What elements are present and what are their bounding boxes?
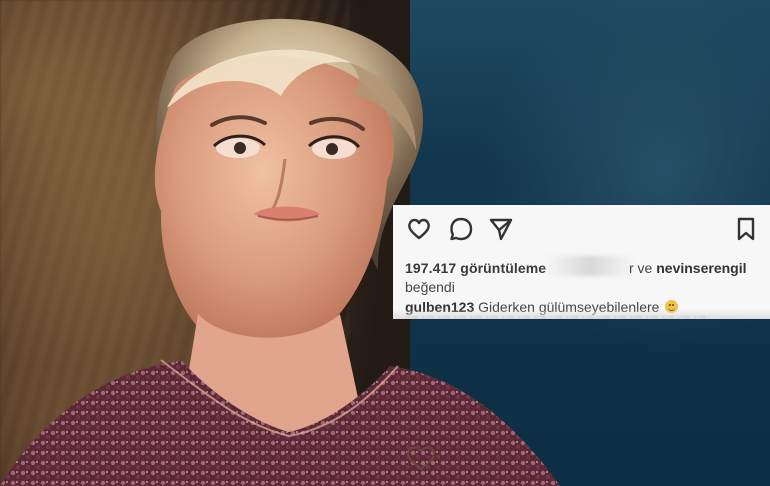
- heart-icon[interactable]: [405, 215, 433, 243]
- liked-by-line: r ve nevinserengil: [629, 260, 747, 276]
- redacted-likes: [545, 256, 635, 276]
- caption-line: gulben123 Giderken gülümseyebilenlere: [405, 299, 679, 315]
- instagram-collage: 197.417 görüntüleme r ve nevinserengil b…: [0, 0, 770, 486]
- instagram-caption-card: 197.417 görüntüleme r ve nevinserengil b…: [393, 205, 770, 319]
- liked-by-name[interactable]: nevinserengil: [656, 260, 746, 276]
- views-count: 197.417 görüntüleme: [405, 260, 547, 276]
- send-icon[interactable]: [487, 215, 515, 243]
- caption-text: Giderken gülümseyebilenlere: [478, 299, 660, 315]
- liked-by-suffix: beğendi: [405, 279, 455, 295]
- smile-emoji-icon: [665, 300, 679, 313]
- liked-by-prefix: r ve: [629, 260, 653, 276]
- bookmark-icon[interactable]: [732, 215, 760, 243]
- post-username[interactable]: gulben123: [405, 299, 474, 315]
- post-actions: [405, 215, 760, 243]
- comment-icon[interactable]: [447, 215, 475, 243]
- cut-off-hashtags: [405, 316, 710, 319]
